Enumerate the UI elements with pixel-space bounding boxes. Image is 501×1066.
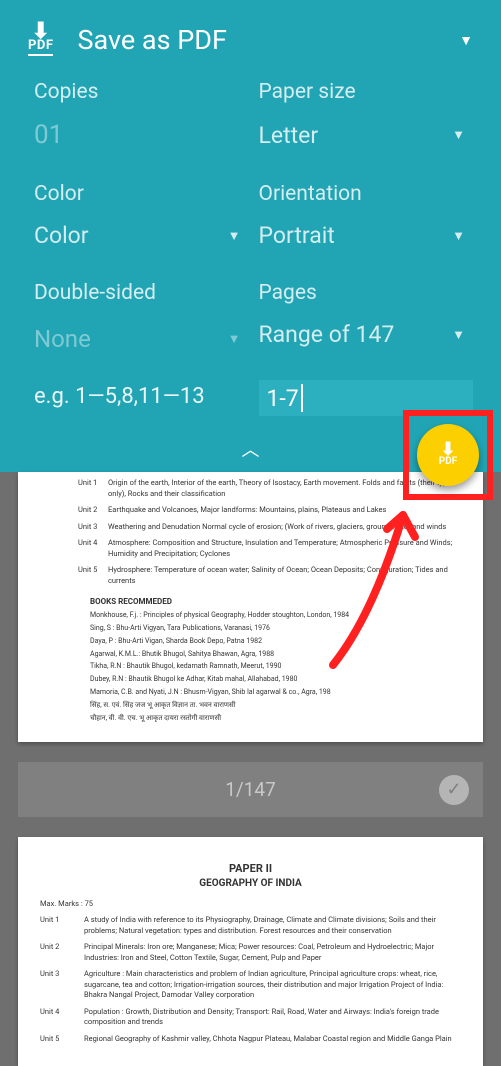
pages-label: Pages bbox=[259, 281, 474, 305]
pages-value: Range of 147 bbox=[259, 321, 395, 348]
preview-page-1[interactable]: Unit 1Origin of the earth, Interior of t… bbox=[18, 472, 483, 742]
text-cursor bbox=[301, 384, 303, 412]
chevron-down-icon: ▼ bbox=[452, 228, 465, 244]
panel-header[interactable]: ⬇ PDF Save as PDF ▼ bbox=[0, 12, 501, 80]
page-counter-bar: 1/147 ✓ bbox=[18, 762, 483, 817]
paper-size-value: Letter bbox=[259, 122, 319, 149]
orientation-value: Portrait bbox=[259, 222, 335, 249]
chevron-down-icon: ▼ bbox=[452, 127, 465, 143]
pdf-destination-icon: ⬇ PDF bbox=[28, 25, 53, 56]
copies-input[interactable]: 01 bbox=[34, 120, 249, 150]
orientation-label: Orientation bbox=[259, 182, 474, 206]
double-sided-select[interactable]: None ▼ bbox=[34, 321, 249, 356]
range-input-value: 1-7 bbox=[267, 385, 299, 412]
print-options-panel: ⬇ PDF Save as PDF ▼ Copies Paper size 01… bbox=[0, 0, 501, 472]
download-arrow-icon: ⬇ bbox=[440, 444, 455, 456]
panel-title: Save as PDF bbox=[77, 24, 459, 56]
save-pdf-fab[interactable]: ⬇ PDF bbox=[417, 424, 479, 486]
pages-select[interactable]: Range of 147 ▼ bbox=[259, 321, 474, 348]
page-counter-text: 1/147 bbox=[225, 778, 276, 801]
select-page-check-icon[interactable]: ✓ bbox=[439, 775, 469, 805]
color-select[interactable]: Color ▼ bbox=[34, 222, 249, 249]
paper-size-label: Paper size bbox=[259, 80, 474, 104]
chevron-down-icon[interactable]: ▼ bbox=[459, 32, 473, 49]
chevron-down-icon: ▼ bbox=[452, 327, 465, 343]
color-label: Color bbox=[34, 182, 249, 206]
options-grid: Copies Paper size 01 Letter ▼ Color Orie… bbox=[0, 80, 501, 436]
preview-area[interactable]: Unit 1Origin of the earth, Interior of t… bbox=[0, 472, 501, 1066]
pdf-icon-label: PDF bbox=[28, 39, 53, 56]
color-value: Color bbox=[34, 222, 89, 249]
preview-page-2[interactable]: PAPER II GEOGRAPHY OF INDIA Max. Marks :… bbox=[18, 837, 483, 1066]
paper-size-select[interactable]: Letter ▼ bbox=[259, 120, 474, 150]
orientation-select[interactable]: Portrait ▼ bbox=[259, 222, 474, 249]
chevron-up-icon: ︿ bbox=[242, 440, 260, 461]
double-sided-label: Double-sided bbox=[34, 281, 249, 305]
chevron-down-icon: ▼ bbox=[228, 228, 241, 244]
range-example: e.g. 1—5,8,11—13 bbox=[34, 380, 249, 416]
fab-label: PDF bbox=[439, 456, 457, 467]
download-arrow-icon: ⬇ bbox=[32, 25, 50, 39]
annotation-highlight-box: ⬇ PDF bbox=[403, 410, 493, 500]
double-sided-value: None bbox=[34, 325, 91, 353]
chevron-down-icon: ▼ bbox=[228, 331, 241, 347]
copies-label: Copies bbox=[34, 80, 249, 104]
